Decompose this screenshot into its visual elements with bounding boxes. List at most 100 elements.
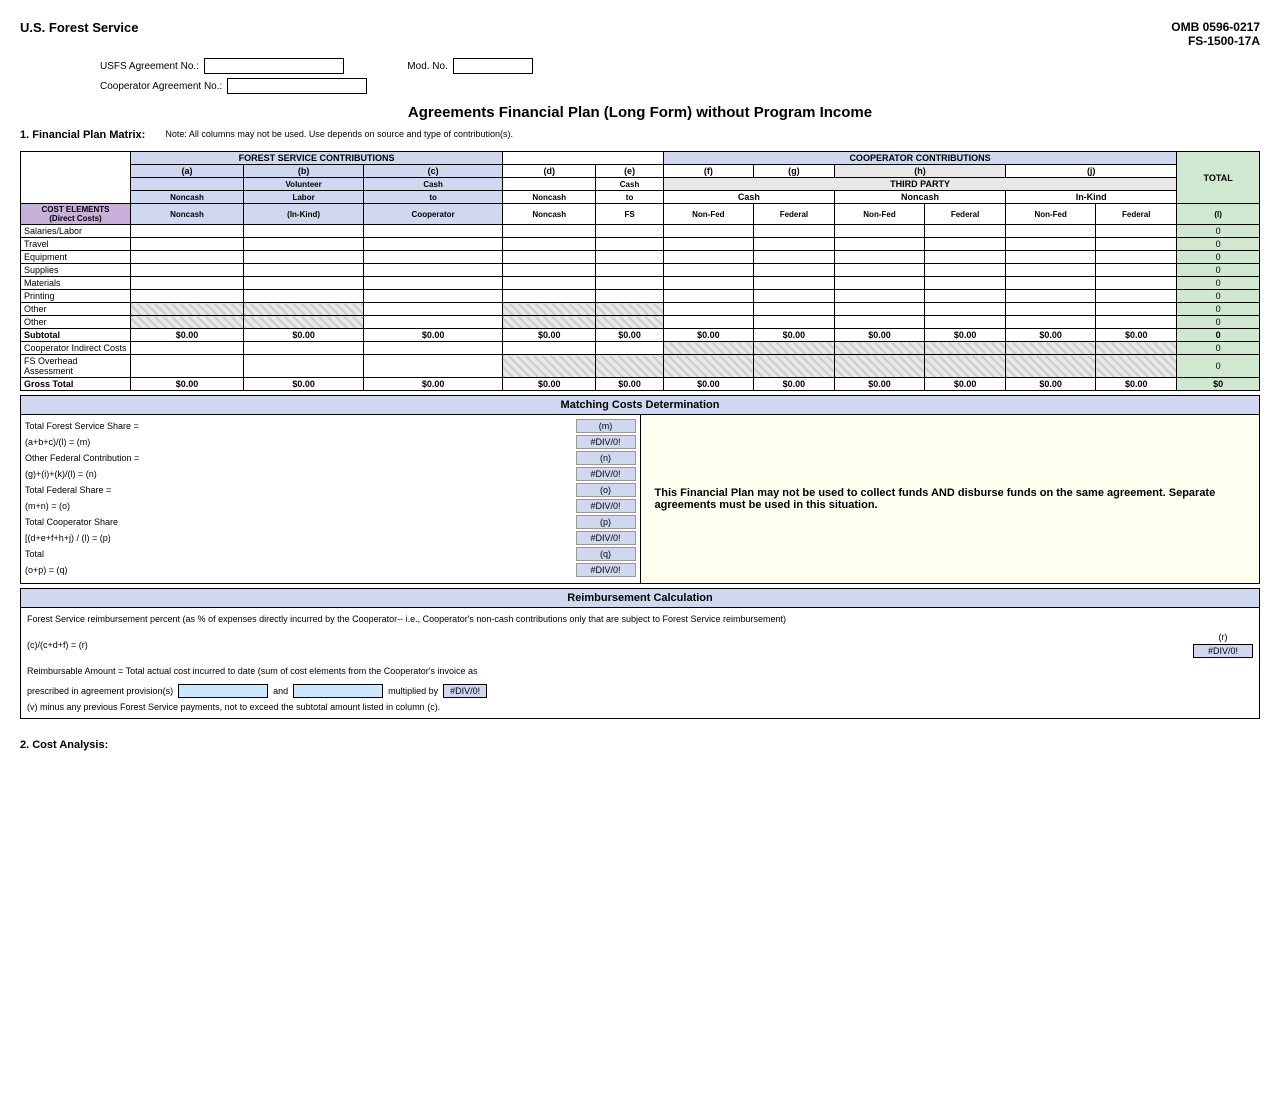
cell[interactable] <box>131 277 244 290</box>
coop-indirect-cell[interactable] <box>834 342 924 355</box>
cell[interactable] <box>1096 290 1177 303</box>
cell[interactable] <box>925 238 1006 251</box>
cell[interactable]: 0 <box>1177 251 1260 264</box>
cell[interactable]: 0 <box>1177 303 1260 316</box>
cell[interactable]: 0 <box>1177 225 1260 238</box>
cell[interactable] <box>1096 264 1177 277</box>
cell[interactable] <box>925 290 1006 303</box>
coop-indirect-cell[interactable] <box>244 342 364 355</box>
cell[interactable] <box>834 303 924 316</box>
coop-indirect-cell[interactable] <box>663 342 753 355</box>
cell[interactable] <box>503 238 596 251</box>
cell[interactable] <box>364 303 503 316</box>
cell[interactable] <box>596 238 663 251</box>
coop-indirect-cell[interactable] <box>1096 342 1177 355</box>
cell[interactable] <box>131 290 244 303</box>
cell[interactable] <box>663 225 753 238</box>
cell[interactable] <box>925 264 1006 277</box>
cell[interactable] <box>925 316 1006 329</box>
fs-overhead-cell[interactable] <box>925 355 1006 378</box>
cell[interactable] <box>503 264 596 277</box>
cell[interactable] <box>131 238 244 251</box>
cell[interactable] <box>364 251 503 264</box>
cell[interactable] <box>1006 290 1096 303</box>
coop-indirect-cell[interactable]: 0 <box>1177 342 1260 355</box>
cell[interactable]: 0 <box>1177 316 1260 329</box>
cell[interactable] <box>364 225 503 238</box>
cell[interactable] <box>1096 251 1177 264</box>
coop-indirect-cell[interactable] <box>925 342 1006 355</box>
cell[interactable] <box>925 277 1006 290</box>
cell[interactable]: 0 <box>1177 290 1260 303</box>
cell[interactable]: 0 <box>1177 277 1260 290</box>
cell[interactable] <box>753 277 834 290</box>
cell[interactable] <box>663 277 753 290</box>
cell[interactable] <box>834 251 924 264</box>
cell[interactable] <box>753 238 834 251</box>
cell[interactable] <box>834 277 924 290</box>
cell[interactable] <box>663 316 753 329</box>
cell[interactable] <box>503 290 596 303</box>
cell[interactable] <box>753 264 834 277</box>
coop-indirect-cell[interactable] <box>364 342 503 355</box>
cell[interactable] <box>834 264 924 277</box>
reimb-prescribed-input[interactable] <box>178 684 268 698</box>
cell[interactable] <box>1096 303 1177 316</box>
coop-indirect-cell[interactable] <box>753 342 834 355</box>
cell[interactable] <box>834 238 924 251</box>
cell[interactable] <box>1006 316 1096 329</box>
cell[interactable] <box>364 264 503 277</box>
cell[interactable] <box>503 225 596 238</box>
mod-input[interactable] <box>453 58 533 74</box>
cell[interactable] <box>596 251 663 264</box>
cell[interactable]: 0 <box>1177 238 1260 251</box>
fs-overhead-cell[interactable] <box>596 355 663 378</box>
cell[interactable] <box>131 303 244 316</box>
cell[interactable] <box>1006 238 1096 251</box>
cell[interactable] <box>1006 277 1096 290</box>
coop-indirect-cell[interactable] <box>1006 342 1096 355</box>
fs-overhead-cell[interactable] <box>753 355 834 378</box>
cell[interactable] <box>596 303 663 316</box>
cell[interactable] <box>244 264 364 277</box>
cell[interactable] <box>753 290 834 303</box>
cell[interactable] <box>596 290 663 303</box>
cell[interactable] <box>364 316 503 329</box>
cell[interactable] <box>753 251 834 264</box>
cell[interactable] <box>131 264 244 277</box>
reimb-and-input[interactable] <box>293 684 383 698</box>
cell[interactable] <box>596 225 663 238</box>
cell[interactable] <box>596 316 663 329</box>
cell[interactable] <box>925 225 1006 238</box>
cell[interactable] <box>596 264 663 277</box>
fs-overhead-cell[interactable] <box>364 355 503 378</box>
cell[interactable] <box>1096 277 1177 290</box>
cell[interactable] <box>753 303 834 316</box>
cell[interactable] <box>753 316 834 329</box>
cell[interactable] <box>244 225 364 238</box>
cell[interactable] <box>503 277 596 290</box>
cell[interactable] <box>663 238 753 251</box>
cell[interactable] <box>131 251 244 264</box>
cell[interactable] <box>364 290 503 303</box>
cell[interactable] <box>925 251 1006 264</box>
cell[interactable] <box>503 303 596 316</box>
cell[interactable] <box>834 290 924 303</box>
cell[interactable] <box>1096 238 1177 251</box>
cell[interactable] <box>131 225 244 238</box>
fs-overhead-cell[interactable] <box>834 355 924 378</box>
fs-overhead-cell[interactable] <box>131 355 244 378</box>
cell[interactable] <box>834 316 924 329</box>
cell[interactable] <box>364 277 503 290</box>
coop-indirect-cell[interactable] <box>503 342 596 355</box>
cell[interactable] <box>364 238 503 251</box>
cell[interactable] <box>1096 316 1177 329</box>
cell[interactable] <box>1096 225 1177 238</box>
cell[interactable] <box>244 251 364 264</box>
fs-overhead-cell[interactable] <box>663 355 753 378</box>
cell[interactable] <box>1006 251 1096 264</box>
cell[interactable] <box>596 277 663 290</box>
cell[interactable] <box>663 264 753 277</box>
cell[interactable] <box>1006 264 1096 277</box>
coop-indirect-cell[interactable] <box>596 342 663 355</box>
